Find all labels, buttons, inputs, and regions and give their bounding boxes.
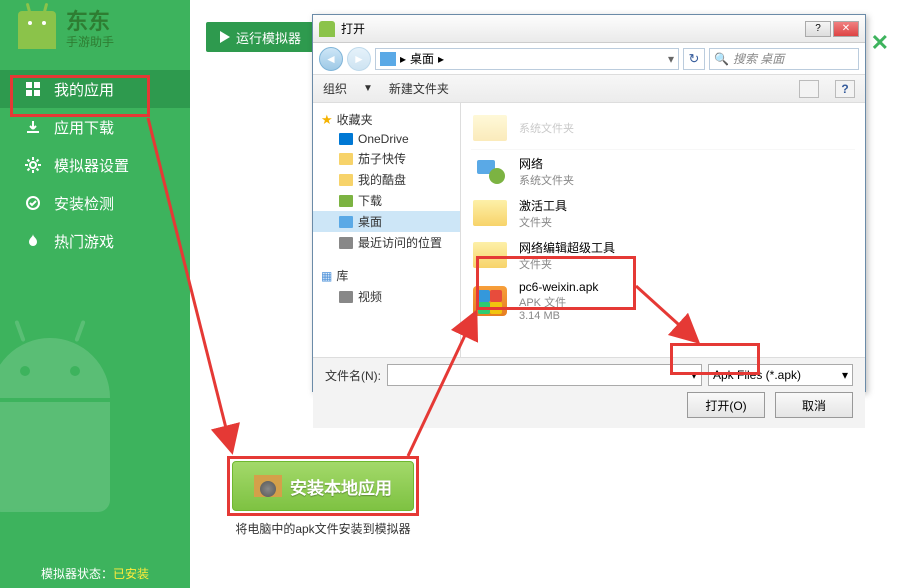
library-icon: ▦ (321, 269, 332, 283)
download-icon (24, 118, 42, 136)
desktop-icon (380, 52, 396, 66)
nav-label: 模拟器设置 (54, 155, 129, 176)
file-network[interactable]: 网络系统文件夹 (471, 150, 855, 192)
apk-icon (471, 284, 509, 318)
nav-install-check[interactable]: 安装检测 (0, 184, 190, 222)
folder-tree: ★收藏夹 OneDrive 茄子快传 我的酷盘 下载 桌面 最近访问的位置 ▦库… (313, 103, 461, 357)
dialog-close-button[interactable]: ✕ (833, 21, 859, 37)
install-caption: 将电脑中的apk文件安装到模拟器 (232, 520, 414, 537)
android-logo-icon (18, 11, 56, 49)
filename-input[interactable]: ▾ (387, 364, 702, 386)
nav-my-apps[interactable]: 我的应用 (0, 70, 190, 108)
filename-label: 文件名(N): (325, 367, 381, 384)
nav-label: 我的应用 (54, 79, 114, 100)
tree-downloads[interactable]: 下载 (313, 190, 460, 211)
run-emulator-button[interactable]: 运行模拟器 (206, 22, 315, 52)
help-button[interactable]: ? (835, 80, 855, 98)
gear-icon (24, 156, 42, 174)
app-logo: 东东 手游助手 (0, 0, 190, 60)
hot-icon (24, 232, 42, 250)
tree-recent[interactable]: 最近访问的位置 (313, 232, 460, 253)
dialog-footer: 文件名(N): ▾ Apk Files (*.apk)▾ 打开(O) 取消 (313, 357, 865, 428)
file-row-cut[interactable]: 系统文件夹 (471, 107, 855, 150)
nav-back-button[interactable]: ◄ (319, 47, 343, 71)
dialog-nav-bar: ◄ ► ▸ 桌面 ▸ ▾ ↻ 🔍 搜索 桌面 (313, 43, 865, 75)
filetype-select[interactable]: Apk Files (*.apk)▾ (708, 364, 853, 386)
dialog-titlebar: 打开 ? ✕ (313, 15, 865, 43)
app-subtitle: 手游助手 (66, 33, 114, 50)
cancel-button[interactable]: 取消 (775, 392, 853, 418)
check-icon (24, 194, 42, 212)
nav-hot-games[interactable]: 热门游戏 (0, 222, 190, 260)
search-icon: 🔍 (714, 52, 729, 66)
nav-label: 热门游戏 (54, 231, 114, 252)
file-list: 系统文件夹 网络系统文件夹 激活工具文件夹 网络编辑超级工具文件夹 pc6-we… (461, 103, 865, 357)
sidebar: 东东 手游助手 我的应用 应用下载 模拟器设置 安装检测 热门游戏 模拟器状态：… (0, 0, 190, 588)
nav-forward-button[interactable]: ► (347, 47, 371, 71)
package-icon (254, 475, 282, 497)
nav-emulator-settings[interactable]: 模拟器设置 (0, 146, 190, 184)
file-apk[interactable]: pc6-weixin.apk APK 文件 3.14 MB (471, 276, 855, 326)
breadcrumb[interactable]: ▸ 桌面 ▸ ▾ (375, 48, 679, 70)
file-open-dialog: 打开 ? ✕ ◄ ► ▸ 桌面 ▸ ▾ ↻ 🔍 搜索 桌面 组织▼ 新建文件夹 … (312, 14, 866, 392)
tree-video[interactable]: 视频 (313, 286, 460, 307)
nav-downloads[interactable]: 应用下载 (0, 108, 190, 146)
android-watermark-icon (0, 338, 140, 558)
nav: 我的应用 应用下载 模拟器设置 安装检测 热门游戏 (0, 70, 190, 260)
tree-library[interactable]: ▦库 (313, 265, 460, 286)
tree-desktop[interactable]: 桌面 (313, 211, 460, 232)
new-folder-button[interactable]: 新建文件夹 (389, 80, 449, 97)
file-nettool[interactable]: 网络编辑超级工具文件夹 (471, 234, 855, 276)
close-button[interactable]: ✕ (871, 30, 889, 56)
refresh-button[interactable]: ↻ (683, 48, 705, 70)
file-activate-tool[interactable]: 激活工具文件夹 (471, 192, 855, 234)
grid-icon (24, 80, 42, 98)
tree-qiezi[interactable]: 茄子快传 (313, 148, 460, 169)
folder-icon (471, 196, 509, 230)
play-icon (220, 31, 230, 43)
nav-label: 安装检测 (54, 193, 114, 214)
organize-menu[interactable]: 组织 (323, 80, 347, 97)
tree-favorites[interactable]: ★收藏夹 (313, 109, 460, 130)
app-name: 东东 (66, 11, 114, 33)
dialog-toolbar: 组织▼ 新建文件夹 ? (313, 75, 865, 103)
search-input[interactable]: 🔍 搜索 桌面 (709, 48, 859, 70)
install-local-app-button[interactable]: 安装本地应用 (232, 461, 414, 511)
dialog-help-button[interactable]: ? (805, 21, 831, 37)
folder-icon (471, 238, 509, 272)
dialog-app-icon (319, 21, 335, 37)
dialog-title: 打开 (341, 20, 799, 37)
tree-kupan[interactable]: 我的酷盘 (313, 169, 460, 190)
open-button[interactable]: 打开(O) (687, 392, 765, 418)
view-options-button[interactable] (799, 80, 819, 98)
tree-onedrive[interactable]: OneDrive (313, 130, 460, 148)
network-icon (471, 154, 509, 188)
emulator-status: 模拟器状态：已安装 (0, 565, 190, 582)
nav-label: 应用下载 (54, 117, 114, 138)
